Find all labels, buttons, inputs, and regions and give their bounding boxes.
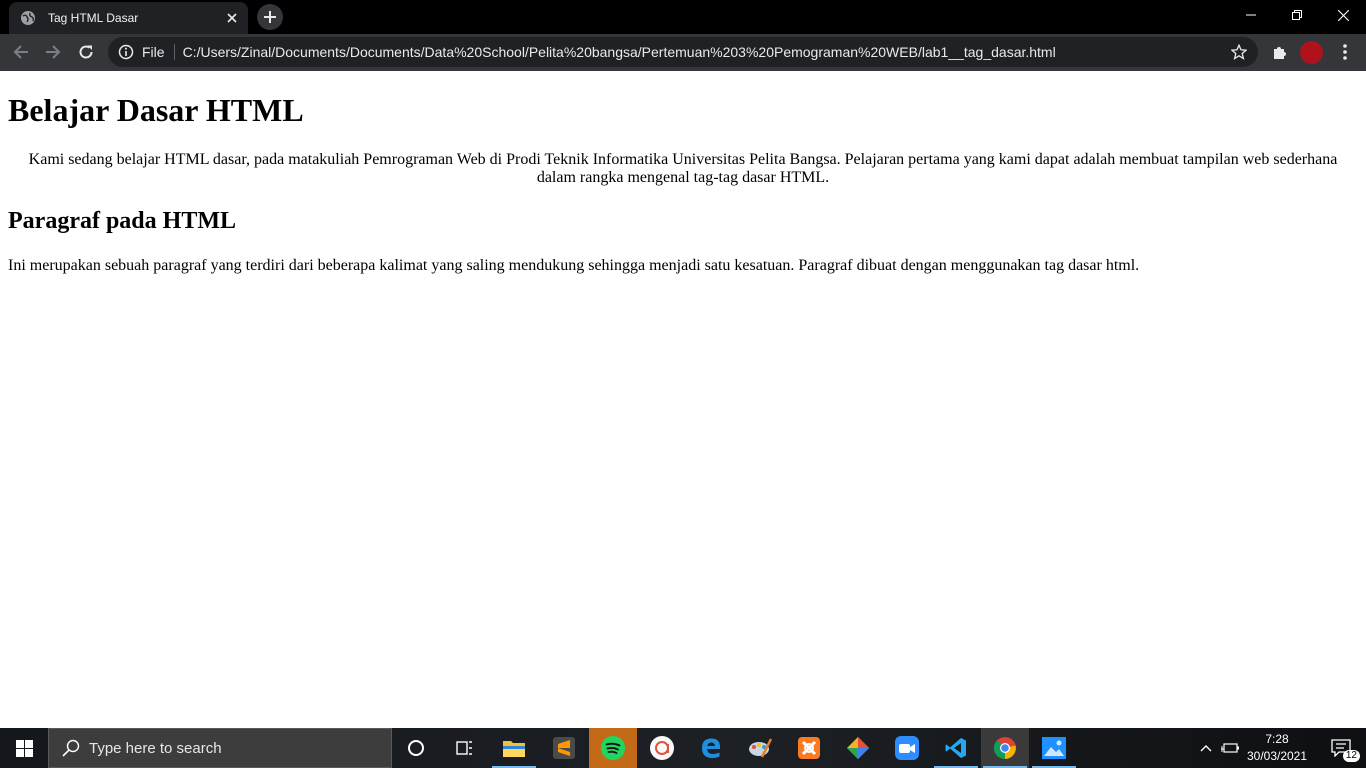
taskbar-photos[interactable] — [1030, 728, 1078, 768]
taskbar-zoom[interactable] — [883, 728, 931, 768]
zoom-icon — [895, 736, 919, 760]
profile-avatar[interactable] — [1300, 41, 1323, 64]
plus-icon — [264, 11, 276, 23]
address-bar[interactable]: File C:/Users/Zinal/Documents/Documents/… — [108, 37, 1258, 67]
reload-button[interactable] — [73, 39, 99, 65]
taskbar-chrome[interactable] — [981, 728, 1029, 768]
photos-icon — [1042, 737, 1066, 759]
web-page: Belajar Dasar HTML Kami sedang belajar H… — [0, 71, 1366, 728]
chrome-icon — [993, 737, 1016, 760]
app-a-icon — [650, 736, 674, 760]
battery-tray[interactable] — [1218, 728, 1242, 768]
arrow-left-icon — [13, 45, 28, 59]
task-view-icon — [456, 741, 472, 755]
puzzle-icon — [1274, 47, 1286, 59]
minimize-icon — [1246, 14, 1256, 16]
paint-icon — [749, 738, 772, 758]
xampp-icon — [798, 737, 820, 759]
url-text[interactable]: C:/Users/Zinal/Documents/Documents/Data%… — [183, 44, 1224, 60]
new-tab-button[interactable] — [257, 4, 283, 30]
search-placeholder: Type here to search — [89, 739, 222, 757]
cortana-icon — [408, 740, 424, 756]
taskbar-file-explorer[interactable] — [490, 728, 538, 768]
scheme-label: File — [142, 44, 165, 60]
more-vert-icon — [1343, 44, 1347, 60]
search-icon — [61, 738, 81, 758]
section-heading: Paragraf pada HTML — [8, 208, 236, 234]
window-controls — [1228, 0, 1366, 30]
chevron-up-icon — [1200, 745, 1212, 752]
taskbar-sublime-text[interactable] — [540, 728, 588, 768]
restore-icon — [1292, 10, 1302, 20]
taskbar-git[interactable] — [834, 728, 882, 768]
clock-date: 30/03/2021 — [1246, 749, 1308, 763]
close-tab-icon[interactable] — [220, 6, 244, 30]
spotify-icon — [601, 736, 625, 760]
vscode-icon — [945, 738, 966, 758]
extensions-button[interactable] — [1267, 39, 1293, 65]
tab-title: Tag HTML Dasar — [48, 11, 139, 25]
browser-toolbar: File C:/Users/Zinal/Documents/Documents/… — [0, 34, 1366, 71]
taskbar: Type here to search 7:28 30/03/2021 12 — [0, 728, 1366, 768]
show-hidden-icons-button[interactable] — [1196, 728, 1216, 768]
taskbar-edge[interactable] — [687, 728, 735, 768]
taskbar-vscode[interactable] — [932, 728, 980, 768]
git-icon — [847, 737, 869, 759]
reload-icon — [79, 45, 93, 59]
omnibox-divider — [173, 44, 175, 60]
bookmark-star-icon[interactable] — [1224, 37, 1254, 67]
back-button[interactable] — [8, 39, 34, 65]
tab-strip: Tag HTML Dasar — [0, 0, 1366, 34]
clock-time: 7:28 — [1265, 732, 1289, 746]
menu-button[interactable] — [1332, 39, 1358, 65]
sublime-text-icon — [553, 737, 575, 759]
intro-paragraph: Kami sedang belajar HTML dasar, pada mat… — [28, 151, 1338, 186]
taskbar-xampp[interactable] — [785, 728, 833, 768]
browser-tab[interactable]: Tag HTML Dasar — [9, 2, 248, 34]
page-heading: Belajar Dasar HTML — [8, 92, 304, 128]
system-clock[interactable]: 7:28 30/03/2021 — [1240, 731, 1314, 765]
close-window-button[interactable] — [1320, 0, 1366, 30]
taskbar-spotify[interactable] — [589, 728, 637, 768]
arrow-right-icon — [46, 45, 61, 59]
taskbar-app-a[interactable] — [638, 728, 686, 768]
edge-icon — [702, 738, 720, 758]
cortana-button[interactable] — [392, 728, 440, 768]
notification-count-badge: 12 — [1342, 750, 1360, 762]
taskbar-search[interactable]: Type here to search — [48, 728, 392, 768]
battery-icon — [1221, 743, 1239, 753]
close-icon — [1337, 9, 1349, 21]
info-icon[interactable] — [118, 44, 134, 60]
restore-button[interactable] — [1274, 0, 1320, 30]
forward-button[interactable] — [40, 39, 66, 65]
globe-icon — [20, 10, 36, 26]
folder-icon — [503, 741, 525, 757]
action-center-button[interactable]: 12 — [1318, 728, 1364, 768]
windows-logo-icon — [15, 739, 33, 757]
start-button[interactable] — [0, 728, 48, 768]
task-view-button[interactable] — [440, 728, 488, 768]
minimize-button[interactable] — [1228, 0, 1274, 30]
body-paragraph: Ini merupakan sebuah paragraf yang terdi… — [8, 257, 1140, 274]
taskbar-paint[interactable] — [736, 728, 784, 768]
